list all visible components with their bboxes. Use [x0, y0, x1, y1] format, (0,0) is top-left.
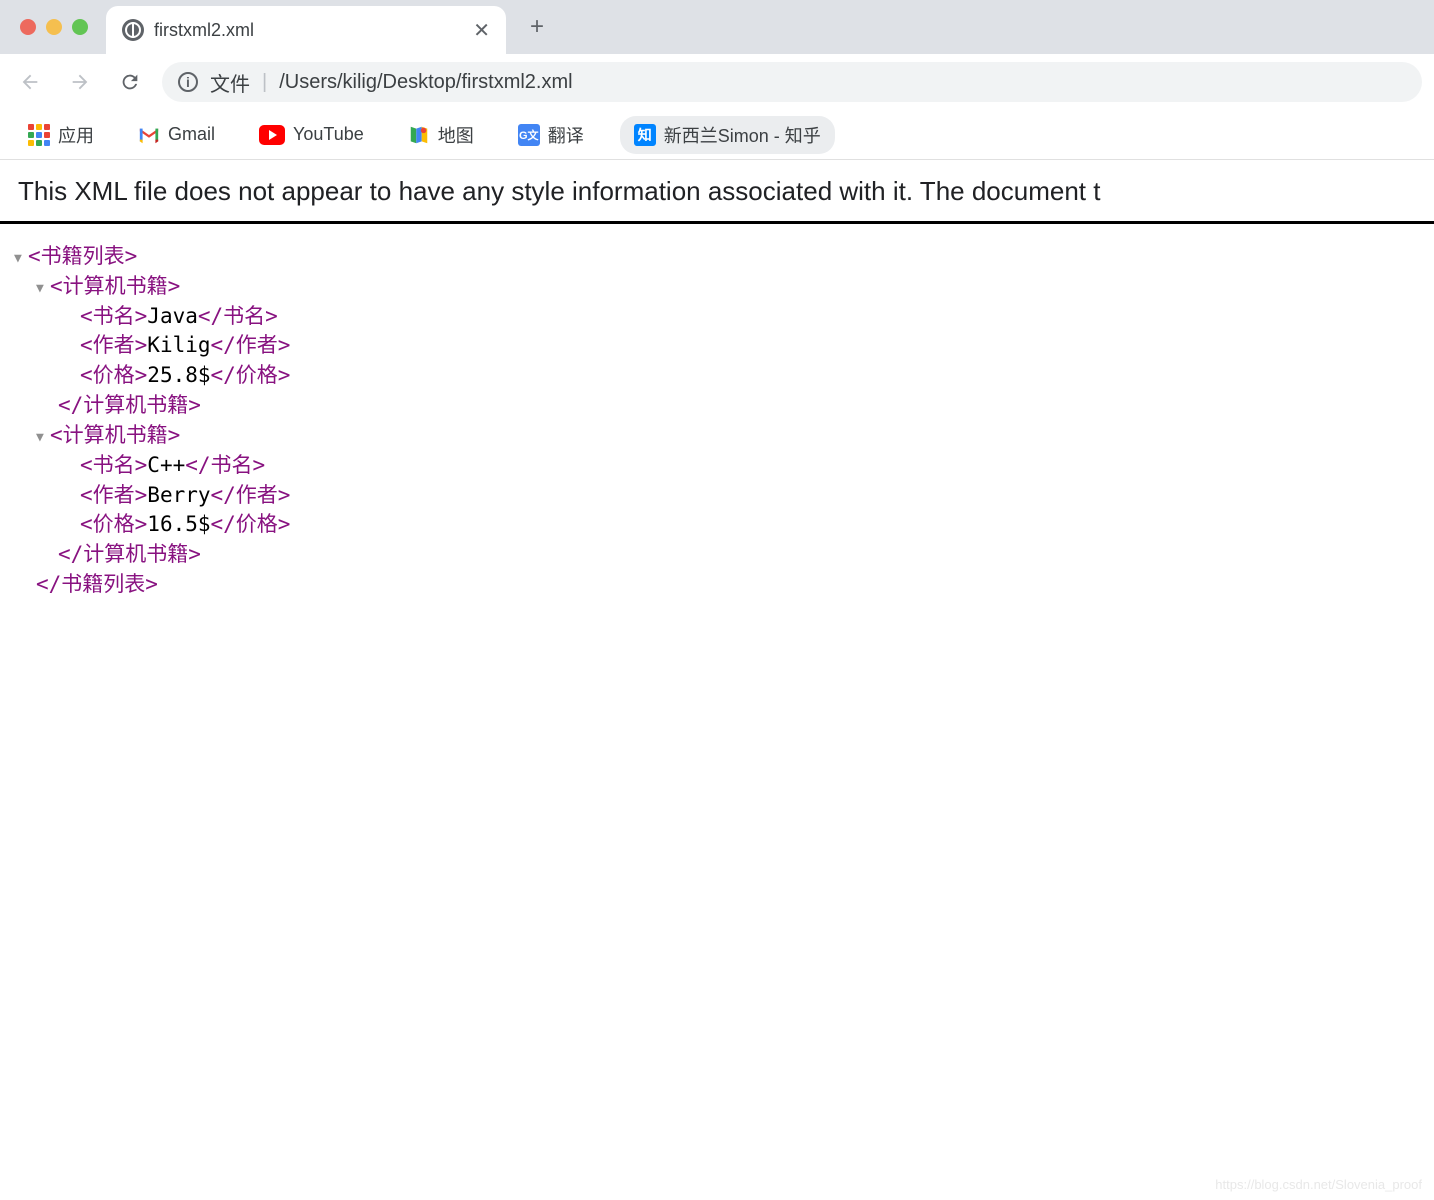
- xml-tag: </作者>: [211, 333, 291, 357]
- bookmark-gmail[interactable]: Gmail: [130, 120, 223, 149]
- tab-strip: firstxml2.xml ✕ +: [0, 0, 1434, 54]
- bookmark-label: 新西兰Simon - 知乎: [664, 122, 821, 148]
- maps-icon: [408, 124, 430, 146]
- xml-name-line: <书名>Java</书名>: [14, 302, 1420, 332]
- browser-tab[interactable]: firstxml2.xml ✕: [106, 6, 506, 54]
- xml-tag: <书名>: [80, 304, 147, 328]
- page-content: This XML file does not appear to have an…: [0, 160, 1434, 620]
- xml-item-close: </计算机书籍>: [14, 540, 1420, 570]
- xml-author-line: <作者>Kilig</作者>: [14, 331, 1420, 361]
- xml-tag: </计算机书籍>: [58, 393, 201, 417]
- url-path: /Users/kilig/Desktop/firstxml2.xml: [279, 71, 572, 94]
- xml-item-open: ▼<计算机书籍>: [14, 421, 1420, 451]
- bookmark-label: YouTube: [293, 124, 364, 145]
- xml-name-line: <书名>C++</书名>: [14, 451, 1420, 481]
- url-prefix: 文件: [210, 68, 250, 97]
- xml-item-close: </计算机书籍>: [14, 391, 1420, 421]
- xml-tag: </价格>: [211, 363, 291, 387]
- zhihu-icon: 知: [634, 124, 656, 146]
- watermark: https://blog.csdn.net/Slovenia_proof: [1215, 1177, 1422, 1192]
- url-separator: |: [262, 71, 267, 94]
- info-icon[interactable]: i: [178, 72, 198, 92]
- collapse-caret-icon[interactable]: ▼: [36, 429, 50, 447]
- arrow-right-icon: [69, 71, 91, 93]
- xml-text: Berry: [147, 483, 210, 507]
- xml-tag: <书籍列表>: [28, 244, 137, 268]
- xml-author-line: <作者>Berry</作者>: [14, 481, 1420, 511]
- xml-tag: </书名>: [198, 304, 278, 328]
- xml-tag: <作者>: [80, 333, 147, 357]
- gmail-icon: [138, 126, 160, 144]
- xml-tag: </书名>: [185, 453, 265, 477]
- window-controls: [12, 19, 96, 35]
- xml-tag: <计算机书籍>: [50, 423, 180, 447]
- reload-icon: [119, 71, 141, 93]
- browser-chrome: firstxml2.xml ✕ + i 文件 | /Users/kilig/De…: [0, 0, 1434, 160]
- xml-root-open: ▼<书籍列表>: [14, 242, 1420, 272]
- xml-tag: <作者>: [80, 483, 147, 507]
- bookmark-maps[interactable]: 地图: [400, 118, 482, 152]
- xml-root-close: </书籍列表>: [14, 570, 1420, 600]
- bookmark-label: 地图: [438, 122, 474, 148]
- bookmark-apps[interactable]: 应用: [20, 118, 102, 152]
- xml-tag: <计算机书籍>: [50, 274, 180, 298]
- window-close-button[interactable]: [20, 19, 36, 35]
- forward-button[interactable]: [62, 64, 98, 100]
- close-tab-icon[interactable]: ✕: [473, 18, 490, 43]
- address-bar[interactable]: i 文件 | /Users/kilig/Desktop/firstxml2.xm…: [162, 62, 1422, 102]
- bookmark-label: Gmail: [168, 124, 215, 145]
- reload-button[interactable]: [112, 64, 148, 100]
- back-button[interactable]: [12, 64, 48, 100]
- new-tab-button[interactable]: +: [516, 13, 558, 41]
- collapse-caret-icon[interactable]: ▼: [14, 250, 28, 268]
- xml-price-line: <价格>25.8$</价格>: [14, 361, 1420, 391]
- xml-tag: <价格>: [80, 512, 147, 536]
- xml-tag: <价格>: [80, 363, 147, 387]
- globe-icon: [122, 19, 144, 41]
- bookmark-label: 翻译: [548, 122, 584, 148]
- apps-icon: [28, 124, 50, 146]
- translate-icon: G文: [518, 124, 540, 146]
- xml-style-notice: This XML file does not appear to have an…: [0, 160, 1434, 224]
- toolbar: i 文件 | /Users/kilig/Desktop/firstxml2.xm…: [0, 54, 1434, 110]
- xml-item-open: ▼<计算机书籍>: [14, 272, 1420, 302]
- bookmark-label: 应用: [58, 122, 94, 148]
- bookmark-zhihu[interactable]: 知 新西兰Simon - 知乎: [620, 116, 835, 154]
- xml-tag: </作者>: [211, 483, 291, 507]
- xml-tree: ▼<书籍列表> ▼<计算机书籍> <书名>Java</书名> <作者>Kilig…: [0, 242, 1434, 620]
- collapse-caret-icon[interactable]: ▼: [36, 280, 50, 298]
- xml-tag: </价格>: [211, 512, 291, 536]
- xml-text: 16.5$: [147, 512, 210, 536]
- bookmark-translate[interactable]: G文 翻译: [510, 118, 592, 152]
- bookmark-youtube[interactable]: YouTube: [251, 120, 372, 149]
- window-minimize-button[interactable]: [46, 19, 62, 35]
- xml-text: Kilig: [147, 333, 210, 357]
- xml-tag: </书籍列表>: [36, 572, 158, 596]
- youtube-icon: [259, 125, 285, 145]
- arrow-left-icon: [19, 71, 41, 93]
- xml-tag: </计算机书籍>: [58, 542, 201, 566]
- xml-price-line: <价格>16.5$</价格>: [14, 510, 1420, 540]
- window-maximize-button[interactable]: [72, 19, 88, 35]
- bookmarks-bar: 应用 Gmail YouTube 地图 G文 翻译 知 新西兰Simon - 知…: [0, 110, 1434, 160]
- xml-text: C++: [147, 453, 185, 477]
- xml-text: 25.8$: [147, 363, 210, 387]
- tab-title: firstxml2.xml: [154, 20, 254, 41]
- xml-text: Java: [147, 304, 198, 328]
- xml-tag: <书名>: [80, 453, 147, 477]
